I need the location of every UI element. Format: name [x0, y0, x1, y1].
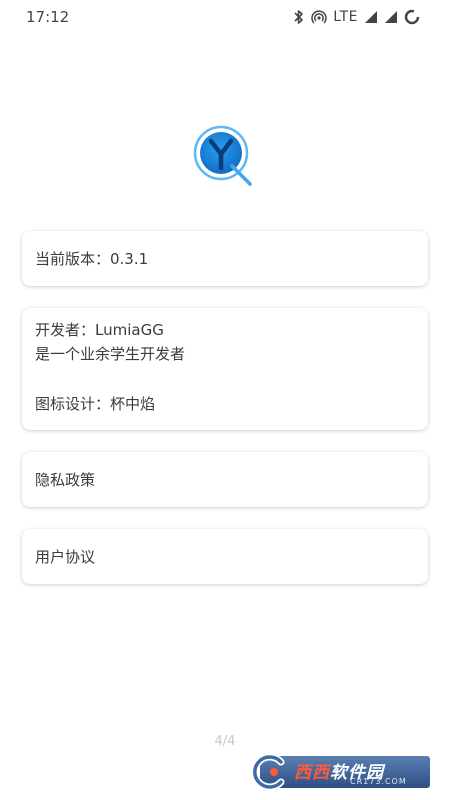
- privacy-policy-button[interactable]: 隐私政策: [22, 452, 428, 507]
- developer-card: 开发者：LumiaGG 是一个业余学生开发者 图标设计：杯中焰: [22, 308, 428, 430]
- developer-name: 开发者：LumiaGG: [35, 321, 164, 339]
- status-icons: LTE: [293, 9, 420, 25]
- battery-loading-icon: [404, 9, 420, 25]
- hotspot-icon: [311, 10, 327, 24]
- page-indicator: 4/4: [214, 734, 236, 749]
- signal-icon: [385, 11, 397, 23]
- user-agreement-label: 用户协议: [35, 548, 96, 566]
- privacy-policy-label: 隐私政策: [35, 471, 96, 489]
- version-text: 当前版本：0.3.1: [35, 250, 149, 268]
- status-bar: 17:12 LTE: [0, 0, 450, 34]
- watermark-domain: CR173.COM: [350, 777, 407, 786]
- signal-icon: [365, 11, 377, 23]
- user-agreement-button[interactable]: 用户协议: [22, 529, 428, 584]
- developer-bio: 是一个业余学生开发者: [35, 345, 186, 363]
- watermark: 西西软件园 CR173.COM: [250, 752, 430, 792]
- watermark-logo-icon: [251, 753, 285, 791]
- bluetooth-icon: [294, 10, 304, 24]
- app-logo-icon: [193, 125, 252, 186]
- status-time: 17:12: [26, 8, 70, 26]
- version-card: 当前版本：0.3.1: [22, 231, 428, 286]
- icon-designer: 图标设计：杯中焰: [35, 395, 156, 413]
- network-type: LTE: [333, 9, 358, 25]
